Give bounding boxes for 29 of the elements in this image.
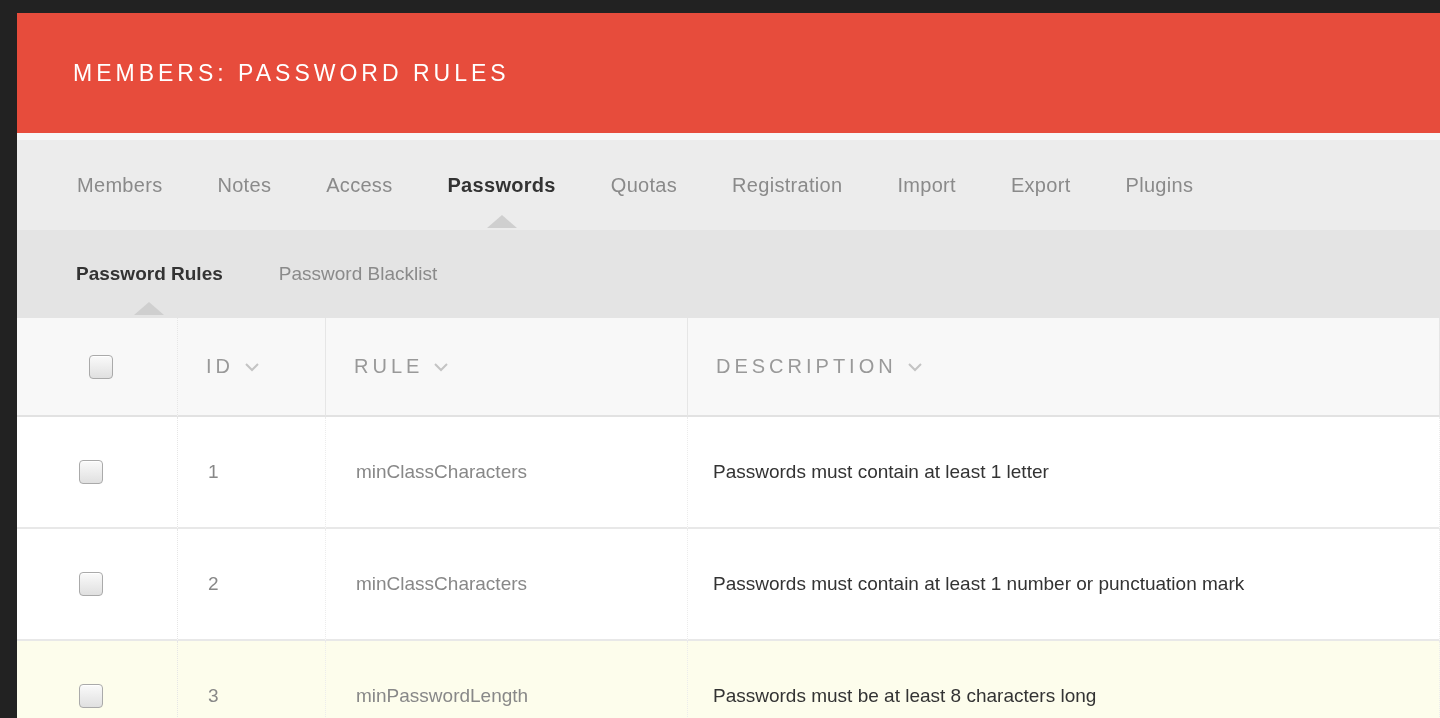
sub-tab[interactable]: Password Blacklist	[278, 263, 438, 285]
table-cell: minPasswordLength	[326, 641, 688, 718]
row-checkbox[interactable]	[79, 684, 103, 708]
table-cell: Passwords must be at least 8 characters long	[688, 641, 1440, 718]
nav-tab[interactable]: Quotas	[610, 173, 678, 197]
nav-tab[interactable]: Import	[897, 173, 956, 197]
nav-tab[interactable]: Members	[77, 173, 163, 197]
select-all-checkbox[interactable]	[89, 354, 113, 379]
chevron-down-icon[interactable]	[244, 361, 260, 372]
row-checkbox[interactable]	[79, 572, 103, 596]
nav-tab[interactable]: Registration	[732, 173, 843, 197]
table-cell: minClassCharacters	[326, 417, 688, 529]
chevron-down-icon[interactable]	[433, 361, 450, 372]
table-cell: 3	[178, 641, 326, 718]
column-header[interactable]: DESCRIPTION	[688, 318, 1440, 417]
table-cell: Passwords must contain at least 1 letter	[688, 417, 1440, 529]
chevron-down-icon[interactable]	[906, 361, 923, 372]
column-header[interactable]: RULE	[326, 318, 688, 417]
table-cell: 2	[178, 529, 326, 641]
table-cell: minClassCharacters	[326, 529, 688, 641]
table-cell: 1	[178, 417, 326, 529]
table-cell: Passwords must contain at least 1 number or punctuation mark	[688, 529, 1440, 641]
nav-tab[interactable]: Plugins	[1125, 173, 1194, 197]
page-title: MEMBERS: PASSWORD RULES	[73, 59, 510, 87]
nav-tab[interactable]: Export	[1010, 173, 1071, 197]
column-header[interactable]: ID	[178, 318, 326, 417]
nav-tab[interactable]: Access	[326, 173, 393, 197]
nav-tab[interactable]: Notes	[217, 173, 272, 197]
row-checkbox[interactable]	[79, 460, 103, 484]
